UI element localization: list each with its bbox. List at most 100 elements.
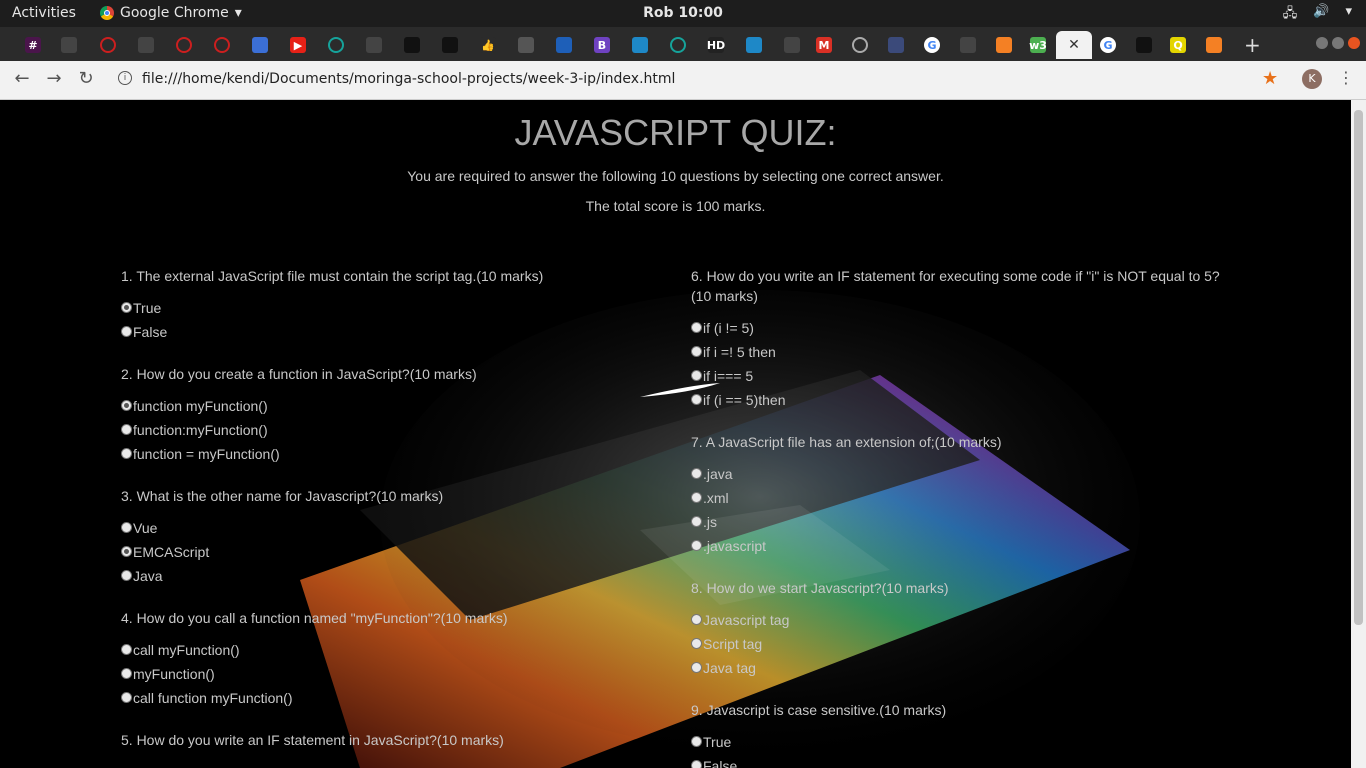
answer-label[interactable]: EMCAScript <box>133 544 209 560</box>
browser-tab[interactable]: G <box>1090 31 1126 59</box>
browser-tab[interactable] <box>242 31 278 59</box>
radio-button[interactable] <box>121 522 132 533</box>
minimize-button[interactable] <box>1316 37 1328 49</box>
active-tab[interactable]: ✕ <box>1056 31 1092 59</box>
browser-tab[interactable] <box>950 31 986 59</box>
answer-option[interactable]: if (i != 5) <box>691 320 1231 344</box>
answer-label[interactable]: .java <box>703 466 733 482</box>
browser-tab[interactable] <box>774 31 810 59</box>
radio-button[interactable] <box>121 546 132 557</box>
answer-option[interactable]: call function myFunction() <box>121 690 661 714</box>
browser-tab[interactable] <box>1126 31 1162 59</box>
answer-option[interactable]: myFunction() <box>121 666 661 690</box>
profile-avatar[interactable]: K <box>1302 69 1322 89</box>
radio-button[interactable] <box>691 394 702 405</box>
browser-tab[interactable] <box>1196 31 1232 59</box>
radio-button[interactable] <box>121 570 132 581</box>
answer-option[interactable]: if (i == 5)then <box>691 392 1231 416</box>
answer-option[interactable]: if i=== 5 <box>691 368 1231 392</box>
info-icon[interactable]: i <box>118 71 132 85</box>
answer-label[interactable]: Java tag <box>703 660 756 676</box>
close-window-button[interactable] <box>1348 37 1360 49</box>
new-tab-button[interactable]: + <box>1244 33 1261 57</box>
answer-label[interactable]: if i =! 5 then <box>703 344 776 360</box>
radio-button[interactable] <box>691 638 702 649</box>
radio-button[interactable] <box>121 424 132 435</box>
browser-tab[interactable]: B <box>584 31 620 59</box>
answer-option[interactable]: .js <box>691 514 1231 538</box>
browser-tab[interactable] <box>90 31 126 59</box>
answer-option[interactable]: call myFunction() <box>121 642 661 666</box>
answer-label[interactable]: Script tag <box>703 636 762 652</box>
answer-label[interactable]: Javascript tag <box>703 612 789 628</box>
browser-tab[interactable] <box>736 31 772 59</box>
browser-tab[interactable]: ▶ <box>280 31 316 59</box>
answer-option[interactable]: Java tag <box>691 660 1231 684</box>
answer-label[interactable]: .javascript <box>703 538 766 554</box>
answer-option[interactable]: .javascript <box>691 538 1231 562</box>
browser-tab[interactable] <box>508 31 544 59</box>
browser-tab[interactable] <box>394 31 430 59</box>
reload-button[interactable]: ↻ <box>74 68 98 89</box>
radio-button[interactable] <box>691 736 702 747</box>
browser-tab[interactable] <box>128 31 164 59</box>
answer-label[interactable]: if (i != 5) <box>703 320 754 336</box>
radio-button[interactable] <box>691 614 702 625</box>
browser-tab[interactable] <box>51 31 87 59</box>
answer-option[interactable]: True <box>121 300 661 324</box>
answer-option[interactable]: False <box>691 758 1231 768</box>
address-bar[interactable]: file:///home/kendi/Documents/moringa-sch… <box>142 71 675 87</box>
answer-option[interactable]: function = myFunction() <box>121 446 661 470</box>
browser-tab[interactable]: Q <box>1160 31 1196 59</box>
answer-option[interactable]: function:myFunction() <box>121 422 661 446</box>
radio-button[interactable] <box>121 692 132 703</box>
answer-label[interactable]: call function myFunction() <box>133 690 293 706</box>
answer-label[interactable]: function:myFunction() <box>133 422 268 438</box>
browser-tab[interactable] <box>204 31 240 59</box>
answer-label[interactable]: if i=== 5 <box>703 368 753 384</box>
scrollbar-thumb[interactable] <box>1354 110 1363 625</box>
answer-option[interactable]: function myFunction() <box>121 398 661 422</box>
browser-tab[interactable]: # <box>15 31 51 59</box>
answer-option[interactable]: Java <box>121 568 661 592</box>
radio-button[interactable] <box>691 346 702 357</box>
browser-tab[interactable]: M <box>806 31 842 59</box>
answer-label[interactable]: True <box>703 734 731 750</box>
answer-option[interactable]: True <box>691 734 1231 758</box>
answer-label[interactable]: False <box>133 324 167 340</box>
radio-button[interactable] <box>691 760 702 768</box>
answer-label[interactable]: if (i == 5)then <box>703 392 786 408</box>
maximize-button[interactable] <box>1332 37 1344 49</box>
radio-button[interactable] <box>121 644 132 655</box>
answer-option[interactable]: Vue <box>121 520 661 544</box>
radio-button[interactable] <box>121 326 132 337</box>
answer-label[interactable]: myFunction() <box>133 666 215 682</box>
forward-button[interactable]: → <box>42 68 66 89</box>
answer-label[interactable]: .js <box>703 514 717 530</box>
system-tray[interactable]: 🖧 🔊 ▾ <box>1283 4 1352 26</box>
browser-tab[interactable]: G <box>914 31 950 59</box>
browser-tab[interactable] <box>318 31 354 59</box>
browser-tab[interactable] <box>622 31 658 59</box>
radio-button[interactable] <box>691 516 702 527</box>
radio-button[interactable] <box>121 668 132 679</box>
radio-button[interactable] <box>121 302 132 313</box>
answer-label[interactable]: False <box>703 758 737 768</box>
radio-button[interactable] <box>121 400 132 411</box>
answer-label[interactable]: function myFunction() <box>133 398 268 414</box>
radio-button[interactable] <box>691 662 702 673</box>
browser-tab[interactable] <box>660 31 696 59</box>
browser-tab[interactable] <box>986 31 1022 59</box>
vertical-scrollbar[interactable] <box>1351 100 1366 768</box>
close-icon[interactable]: ✕ <box>1068 37 1080 53</box>
browser-tab[interactable]: HD <box>698 31 734 59</box>
answer-label[interactable]: call myFunction() <box>133 642 240 658</box>
menu-button[interactable]: ⋮ <box>1338 68 1354 87</box>
answer-label[interactable]: function = myFunction() <box>133 446 280 462</box>
answer-option[interactable]: False <box>121 324 661 348</box>
browser-tab[interactable]: 👍 <box>470 31 506 59</box>
radio-button[interactable] <box>691 370 702 381</box>
radio-button[interactable] <box>691 492 702 503</box>
back-button[interactable]: ← <box>10 68 34 89</box>
browser-tab[interactable] <box>546 31 582 59</box>
